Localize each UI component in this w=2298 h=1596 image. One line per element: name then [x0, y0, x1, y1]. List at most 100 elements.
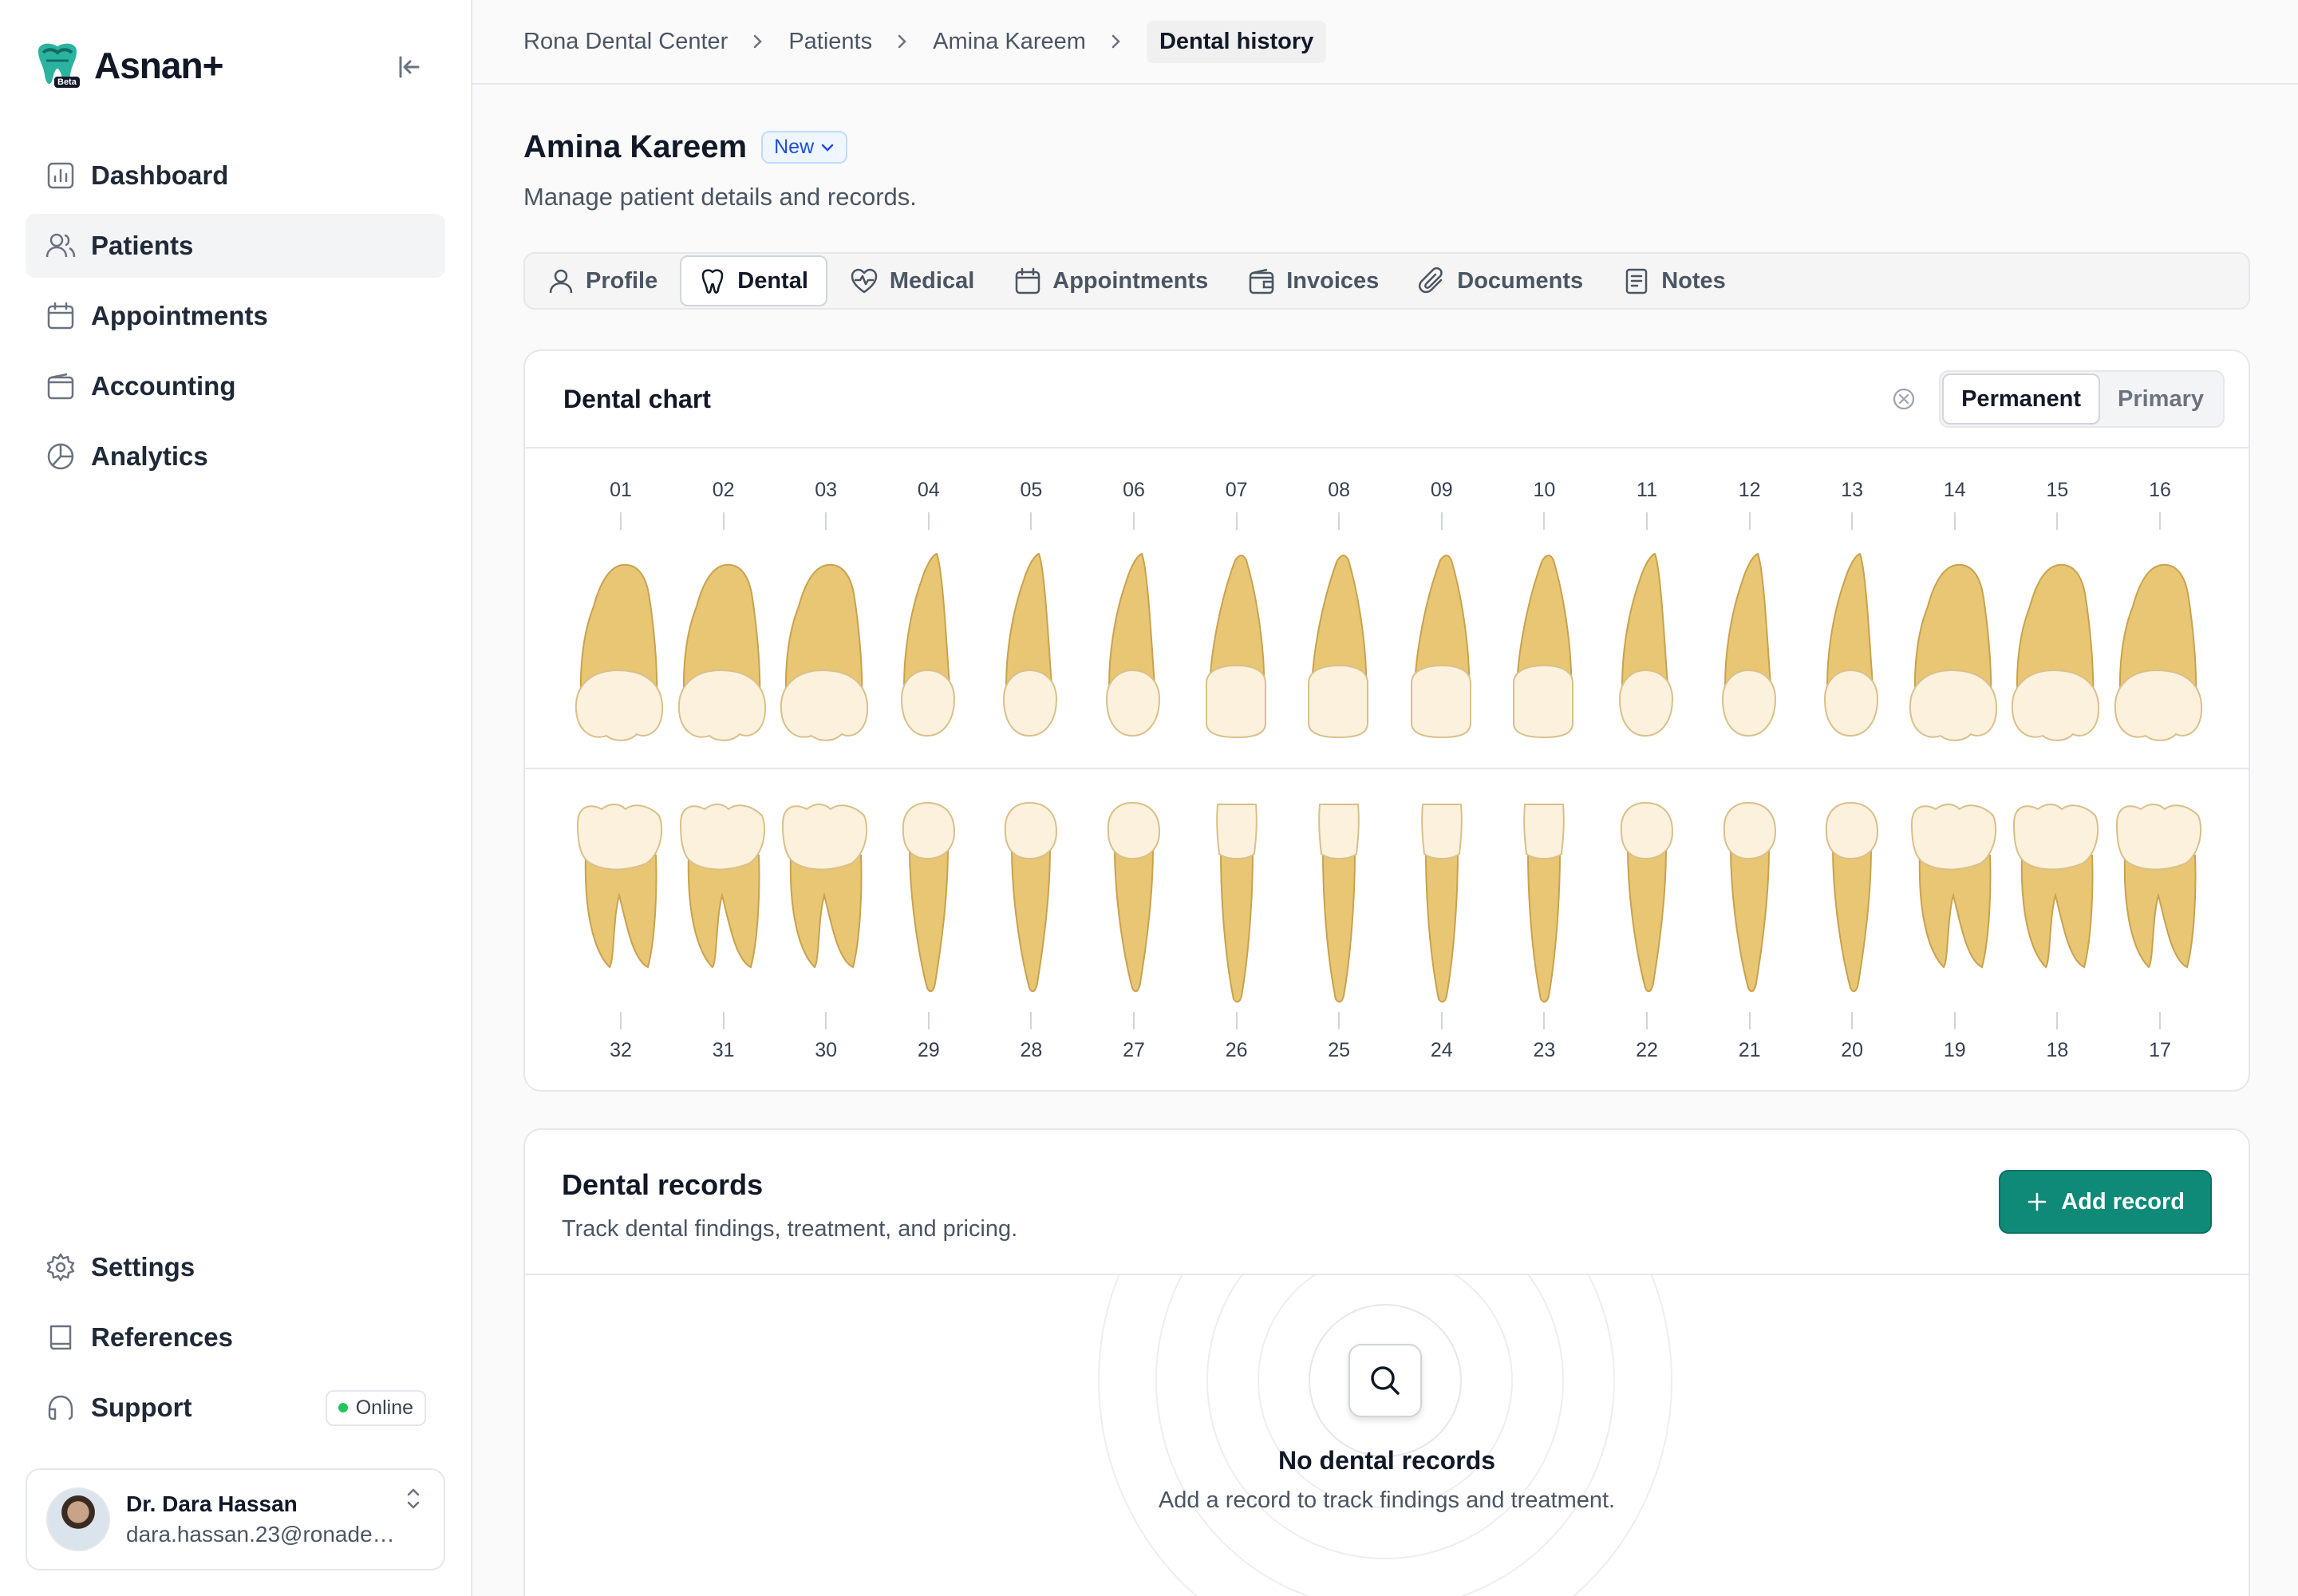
online-status-badge: Online [325, 1389, 426, 1426]
book-icon [45, 1321, 77, 1353]
tooth-illustration [679, 804, 765, 969]
tooth-08[interactable]: 08 [1288, 448, 1390, 768]
beta-badge: Beta [54, 77, 80, 88]
tooth-27[interactable]: 27 [1083, 769, 1185, 1092]
tooth-28[interactable]: 28 [980, 769, 1082, 1092]
tooth-tick [1235, 1012, 1238, 1029]
tooth-number: 03 [815, 479, 838, 501]
tooth-07[interactable]: 07 [1186, 448, 1288, 768]
tooth-10[interactable]: 10 [1493, 448, 1595, 768]
tooth-20[interactable]: 20 [1801, 769, 1903, 1092]
tooth-31[interactable]: 31 [673, 769, 775, 1092]
brand-name: Asnan+ [94, 45, 223, 86]
tab-appointments[interactable]: Appointments [997, 255, 1226, 306]
tooth-tick [722, 512, 725, 530]
sidebar-item-analytics[interactable]: Analytics [26, 425, 445, 488]
tooth-17[interactable]: 17 [2109, 769, 2211, 1092]
dental-records-card: Dental records Track dental findings, tr… [523, 1128, 2250, 1596]
tooth-21[interactable]: 21 [1699, 769, 1801, 1092]
primary-toggle[interactable]: Primary [2100, 373, 2221, 425]
clear-selection-button[interactable] [1888, 383, 1920, 415]
tooth-12[interactable]: 12 [1699, 448, 1801, 768]
tooth-number: 02 [712, 479, 735, 501]
tooth-number: 08 [1328, 479, 1351, 501]
tooth-23[interactable]: 23 [1493, 769, 1595, 1092]
tooth-15[interactable]: 15 [2006, 448, 2108, 768]
tooth-illustration [677, 563, 766, 741]
tooth-tick [1646, 1012, 1648, 1029]
tooth-number: 28 [1020, 1039, 1043, 1061]
tab-profile[interactable]: Profile [530, 255, 675, 306]
calendar-icon [45, 300, 77, 332]
tooth-16[interactable]: 16 [2109, 448, 2211, 768]
tab-label: Dental [737, 267, 808, 294]
tooth-01[interactable]: 01 [570, 448, 672, 768]
tooth-illustration [1005, 801, 1058, 993]
tooth-number: 09 [1430, 479, 1453, 501]
tooth-number: 23 [1533, 1039, 1556, 1061]
tooth-30[interactable]: 30 [775, 769, 877, 1092]
tooth-number: 19 [1943, 1039, 1966, 1061]
tooth-04[interactable]: 04 [878, 448, 980, 768]
add-record-button[interactable]: Add record [1999, 1170, 2212, 1234]
tooth-32[interactable]: 32 [570, 769, 672, 1092]
sidebar-item-dashboard[interactable]: Dashboard [26, 144, 445, 207]
tab-label: Notes [1661, 267, 1726, 294]
breadcrumb-item-patients[interactable]: Patients [788, 29, 872, 55]
permanent-toggle[interactable]: Permanent [1942, 373, 2100, 425]
tooth-14[interactable]: 14 [1904, 448, 2006, 768]
tooth-13[interactable]: 13 [1801, 448, 1903, 768]
sidebar-item-references[interactable]: References [26, 1306, 445, 1369]
tooth-19[interactable]: 19 [1904, 769, 2006, 1092]
user-email: dara.hassan.23@ronadent... [126, 1522, 402, 1547]
tooth-24[interactable]: 24 [1391, 769, 1493, 1092]
tooth-number: 20 [1841, 1039, 1864, 1061]
tooth-29[interactable]: 29 [878, 769, 980, 1092]
tooth-02[interactable]: 02 [673, 448, 775, 768]
sidebar-item-settings[interactable]: Settings [26, 1235, 445, 1299]
tooth-number: 07 [1225, 479, 1248, 501]
tooth-11[interactable]: 11 [1596, 448, 1698, 768]
tooth-18[interactable]: 18 [2006, 769, 2108, 1092]
sidebar-item-accounting[interactable]: Accounting [26, 354, 445, 418]
users-icon [45, 230, 77, 262]
breadcrumb-item-patient[interactable]: Amina Kareem [933, 29, 1086, 55]
tab-medical[interactable]: Medical [832, 255, 992, 306]
tab-dental[interactable]: Dental [680, 255, 827, 306]
dental-chart-card: Dental chart Permanent Primary 01 02 03 04 0… [523, 350, 2250, 1092]
tooth-illustration [1107, 801, 1161, 993]
tooth-tick [2056, 512, 2059, 530]
user-account-switcher[interactable]: Dr. Dara Hassan dara.hassan.23@ronadent.… [26, 1468, 445, 1570]
status-dropdown[interactable]: New [761, 131, 848, 164]
tooth-05[interactable]: 05 [980, 448, 1082, 768]
sidebar-item-appointments[interactable]: Appointments [26, 284, 445, 348]
tab-invoices[interactable]: Invoices [1230, 255, 1396, 306]
tooth-number: 16 [2149, 479, 2171, 501]
sidebar-item-support[interactable]: Support Online [26, 1376, 445, 1440]
tab-documents[interactable]: Documents [1401, 255, 1601, 306]
tooth-09[interactable]: 09 [1391, 448, 1493, 768]
collapse-sidebar-button[interactable] [391, 48, 429, 86]
tooth-tick [1748, 512, 1751, 530]
tooth-illustration [1513, 555, 1574, 739]
brand[interactable]: Beta Asnan+ [32, 40, 223, 91]
chart-bar-icon [45, 160, 77, 192]
sidebar-item-label: Accounting [91, 371, 236, 401]
tooth-26[interactable]: 26 [1186, 769, 1288, 1092]
tab-notes[interactable]: Notes [1605, 255, 1743, 306]
breadcrumb-item-clinic[interactable]: Rona Dental Center [523, 29, 728, 55]
close-circle-icon [1893, 388, 1915, 410]
patient-header: Amina Kareem New Manage patient details … [523, 129, 917, 211]
sidebar-item-patients[interactable]: Patients [26, 214, 445, 278]
tooth-number: 06 [1123, 479, 1145, 501]
tooth-illustration [902, 801, 955, 993]
tooth-number: 14 [1943, 479, 1966, 501]
tab-label: Documents [1457, 267, 1584, 294]
avatar [46, 1487, 110, 1551]
tooth-25[interactable]: 25 [1288, 769, 1390, 1092]
tooth-03[interactable]: 03 [775, 448, 877, 768]
tooth-22[interactable]: 22 [1596, 769, 1698, 1092]
main-nav: Dashboard Patients Appointments Accounti… [26, 144, 445, 495]
tooth-tick [1851, 512, 1854, 530]
tooth-06[interactable]: 06 [1083, 448, 1185, 768]
